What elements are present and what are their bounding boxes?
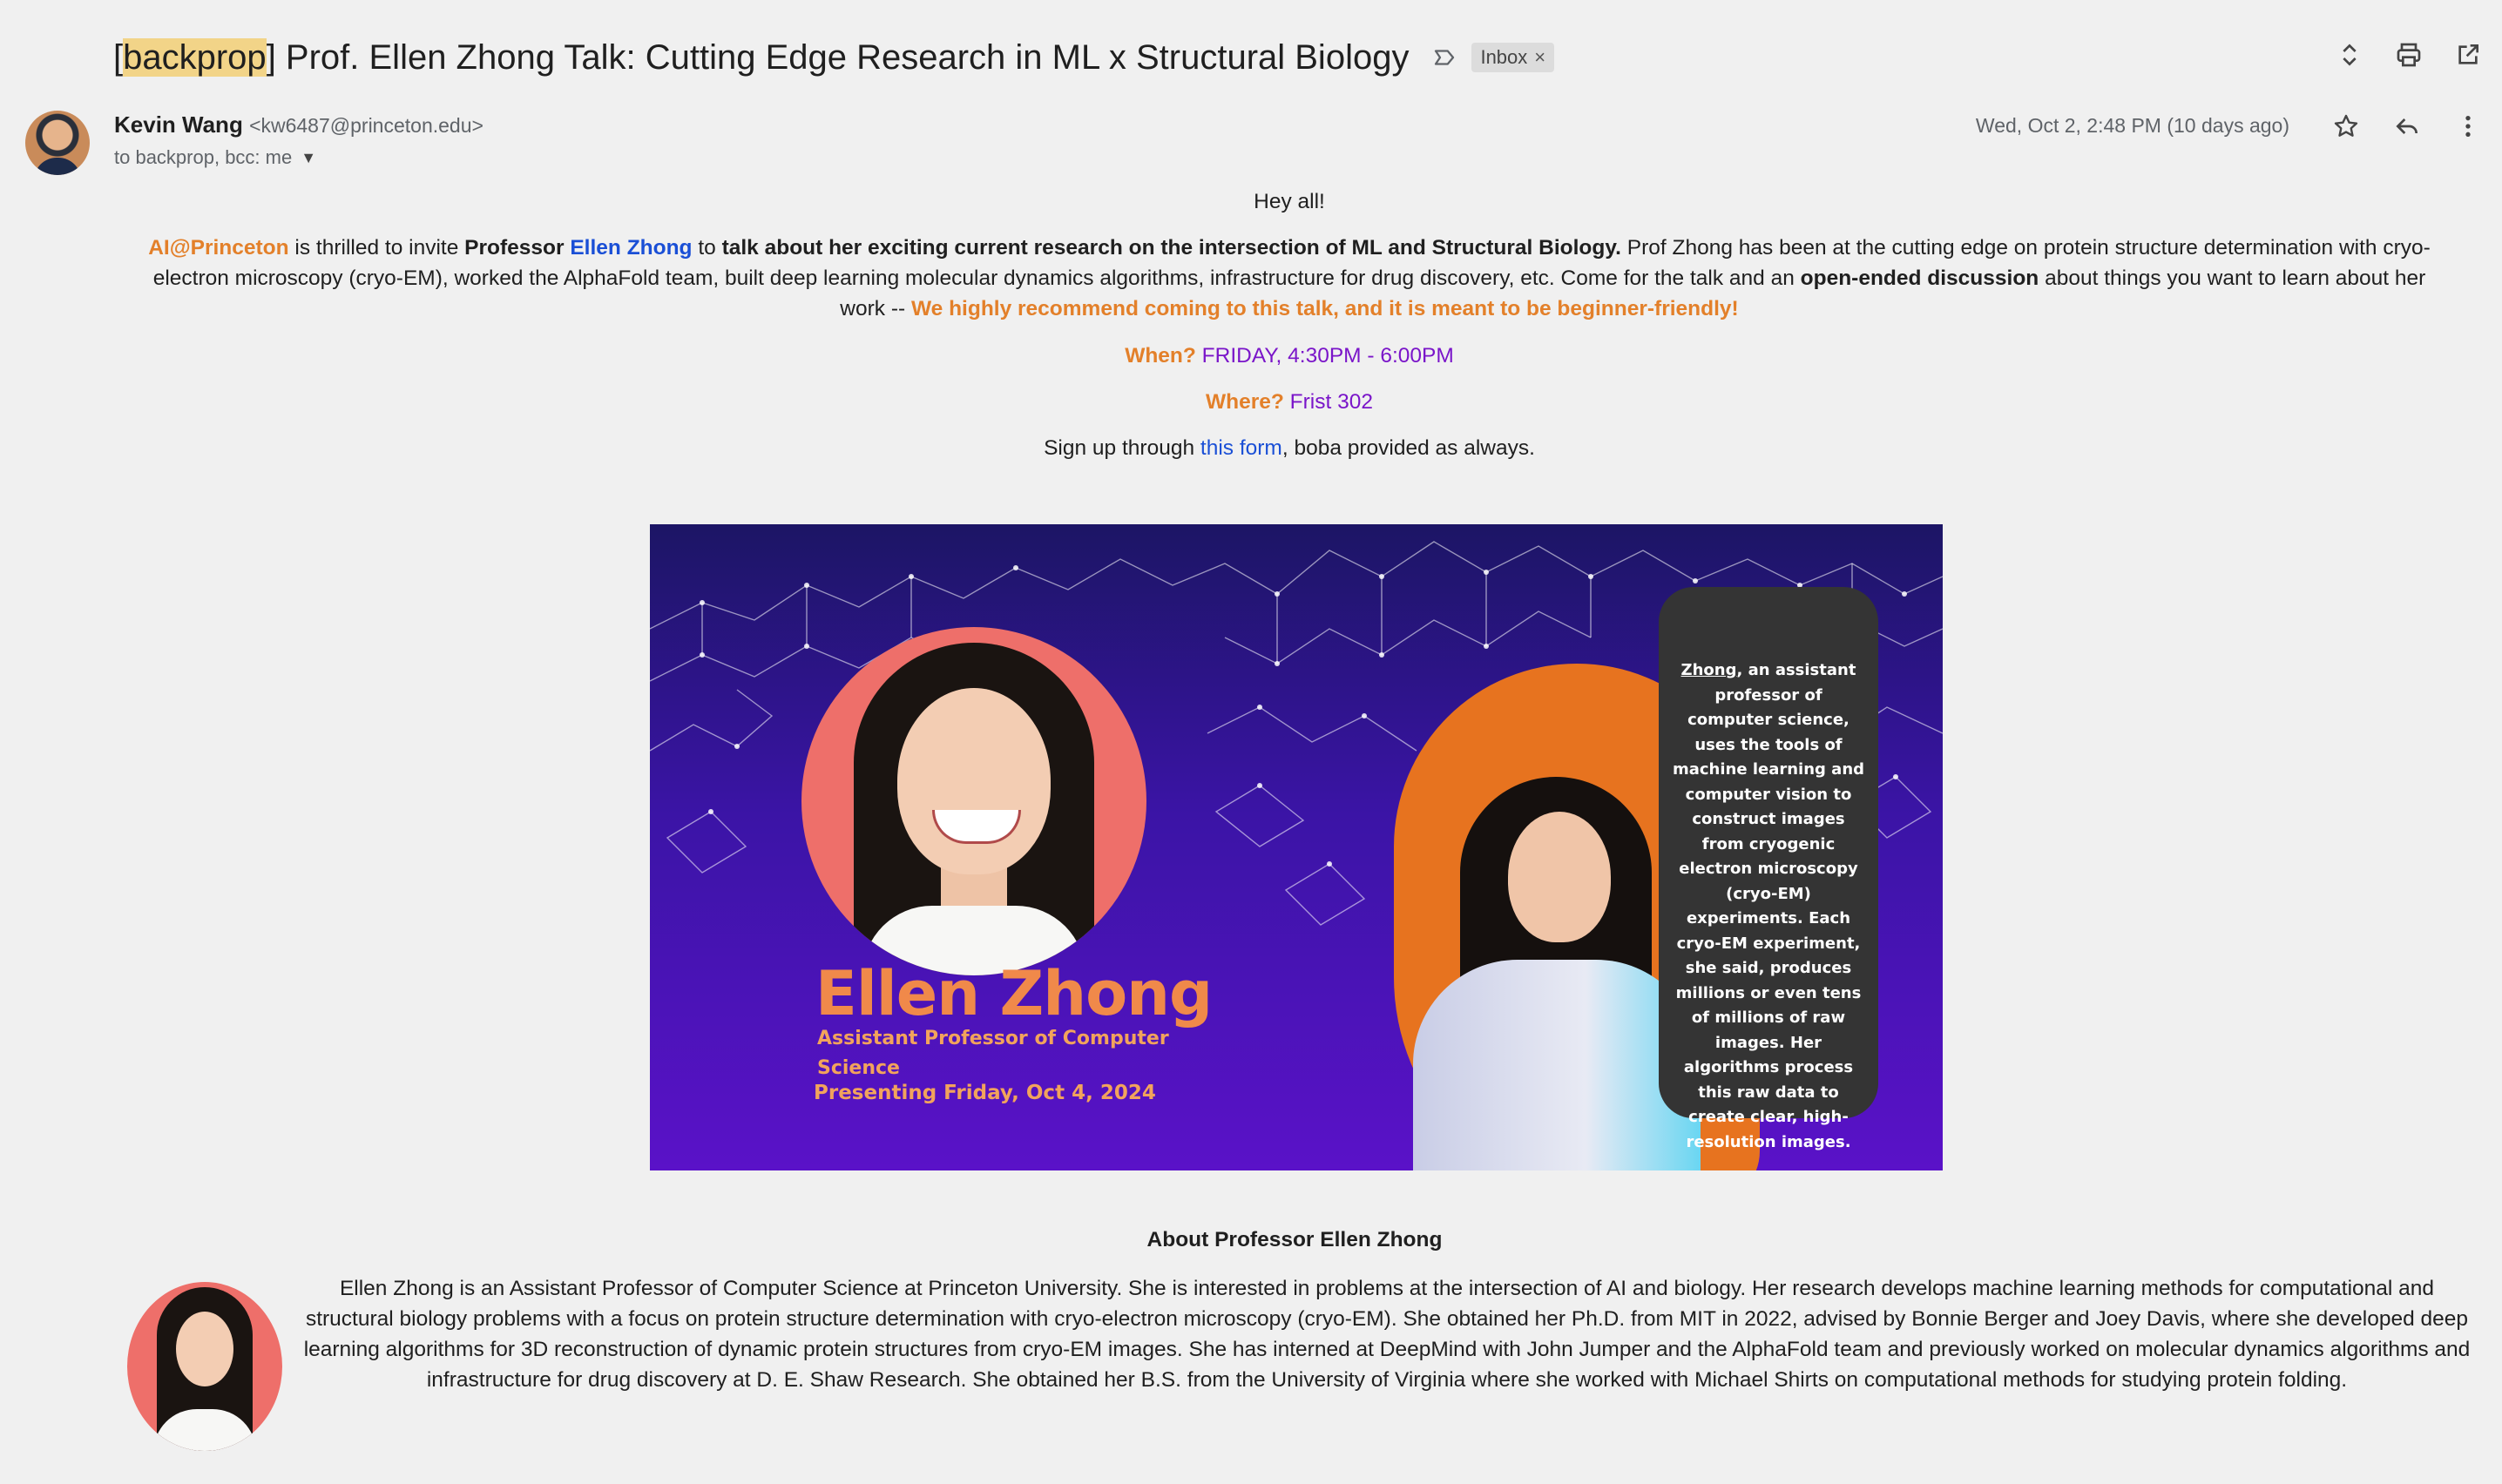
speaker-photo-face: [1508, 812, 1611, 942]
portrait-face: [897, 688, 1051, 874]
open-in-new-window-button[interactable]: [2451, 38, 2485, 71]
invite-text-2: to: [692, 236, 722, 260]
message-actions: [2330, 110, 2485, 143]
speaker-portrait: [801, 627, 1146, 975]
label-important-icon[interactable]: [1431, 44, 1457, 71]
ellen-zhong-link[interactable]: Ellen Zhong: [570, 236, 692, 260]
reply-button[interactable]: [2390, 110, 2424, 143]
open-in-new-icon: [2458, 44, 2478, 64]
when-value: FRIDAY, 4:30PM - 6:00PM: [1195, 344, 1454, 368]
banner-quote-card: Zhong, an assistant professor of compute…: [1659, 587, 1878, 1151]
avatar-shirt: [34, 158, 81, 175]
email-subject: [backprop] Prof. Ellen Zhong Talk: Cutti…: [113, 37, 1410, 78]
signup-line: Sign up through this form, boba provided…: [139, 433, 2439, 463]
more-vert-icon: [2465, 116, 2471, 137]
where-line: Where? Frist 302: [139, 387, 2439, 417]
invite-paragraph: AI@Princeton is thrilled to invite Profe…: [139, 233, 2439, 324]
about-bio: Ellen Zhong is an Assistant Professor of…: [303, 1277, 2471, 1392]
more-options-button[interactable]: [2451, 110, 2485, 143]
signup-form-link[interactable]: this form: [1200, 436, 1282, 460]
speaker-photo-shirt: [1413, 960, 1701, 1170]
star-button[interactable]: [2330, 110, 2363, 143]
inbox-label-text: Inbox: [1480, 46, 1528, 68]
greeting: Hey all!: [1254, 190, 1325, 213]
expand-all-button[interactable]: [2333, 38, 2366, 71]
print-icon: [2397, 43, 2421, 67]
subject-row: [backprop] Prof. Ellen Zhong Talk: Cutti…: [113, 30, 2467, 85]
subject-highlight-tag: backprop: [123, 37, 267, 77]
print-button[interactable]: [2392, 38, 2425, 71]
signup-post-text: , boba provided as always.: [1281, 436, 1535, 460]
banner-speaker-title: Assistant Professor of Computer Science: [817, 1028, 1169, 1079]
subject-text: ] Prof. Ellen Zhong Talk: Cutting Edge R…: [266, 37, 1410, 77]
message-date: Wed, Oct 2, 2:48 PM (10 days ago): [1975, 114, 2289, 137]
show-details-chevron-icon[interactable]: ▼: [301, 149, 316, 167]
where-label: Where?: [1206, 390, 1284, 414]
remove-label-icon[interactable]: ×: [1534, 46, 1545, 69]
about-photo-face: [176, 1312, 233, 1386]
talk-topic: talk about her exciting current research…: [721, 236, 1621, 260]
unfold-icon: [2343, 44, 2357, 66]
quote-text: , an assistant professor of computer sci…: [1672, 661, 1865, 1151]
about-speaker-photo: [127, 1282, 282, 1451]
where-value: Frist 302: [1283, 390, 1373, 414]
inbox-label-chip[interactable]: Inbox ×: [1471, 43, 1555, 72]
subject-bracket: [: [113, 37, 124, 77]
recommendation-text: We highly recommend coming to this talk,…: [910, 297, 1739, 320]
about-heading: About Professor Ellen Zhong: [1146, 1228, 1443, 1251]
org-name: AI@Princeton: [148, 236, 289, 260]
sender-name[interactable]: Kevin Wang: [114, 111, 243, 138]
signup-text: Sign up through: [1044, 436, 1200, 460]
sender-email: <kw6487@princeton.edu>: [249, 114, 483, 137]
discussion-text: open-ended discussion: [1800, 266, 2039, 290]
sender-line: Kevin Wang <kw6487@princeton.edu>: [114, 111, 483, 138]
invite-text-1: is thrilled to invite: [288, 236, 465, 260]
banner-speaker-name: Ellen Zhong: [815, 958, 1213, 1029]
recipients-line: to backprop, bcc: me ▼: [114, 146, 316, 169]
professor-title: Professor: [464, 236, 571, 260]
recipients-text: to backprop, bcc: me: [114, 146, 293, 168]
when-line: When? FRIDAY, 4:30PM - 6:00PM: [139, 341, 2439, 371]
thread-actions: [2333, 38, 2485, 71]
star-icon: [2334, 114, 2358, 137]
banner-presentation-date: Presenting Friday, Oct 4, 2024: [814, 1082, 1156, 1104]
when-label: When?: [1125, 344, 1196, 368]
event-banner-image: Ellen Zhong Assistant Professor of Compu…: [650, 524, 1943, 1170]
quote-lead: Zhong: [1680, 661, 1737, 679]
reply-icon: [2396, 118, 2417, 134]
sender-avatar[interactable]: [25, 111, 90, 175]
